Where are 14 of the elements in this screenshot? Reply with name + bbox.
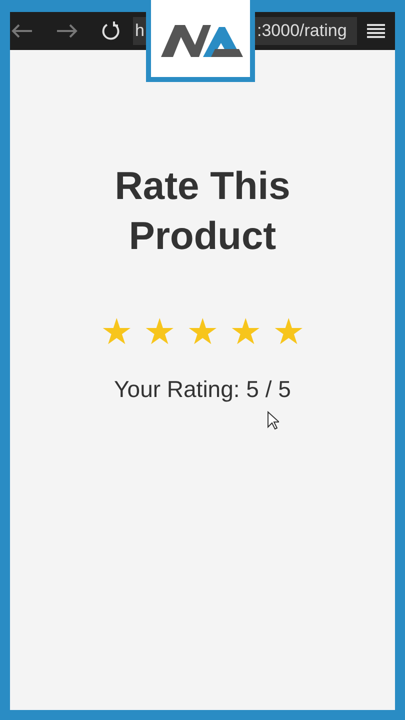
url-field[interactable]: :3000/rating xyxy=(255,17,357,45)
star-icon[interactable]: ★ xyxy=(144,312,176,352)
star-icon[interactable]: ★ xyxy=(100,312,132,352)
star-icon[interactable]: ★ xyxy=(186,312,218,352)
star-icon[interactable]: ★ xyxy=(230,312,262,352)
reload-icon[interactable] xyxy=(101,21,121,41)
forward-icon[interactable] xyxy=(56,23,78,39)
back-icon[interactable] xyxy=(11,23,33,39)
rating-text: Your Rating: 5 / 5 xyxy=(114,376,291,403)
cursor-icon xyxy=(267,411,279,430)
page-title: Rate This Product xyxy=(114,164,292,260)
star-icon[interactable]: ★ xyxy=(272,312,304,352)
menu-icon[interactable] xyxy=(367,23,385,39)
url-field[interactable]: h xyxy=(133,17,146,45)
